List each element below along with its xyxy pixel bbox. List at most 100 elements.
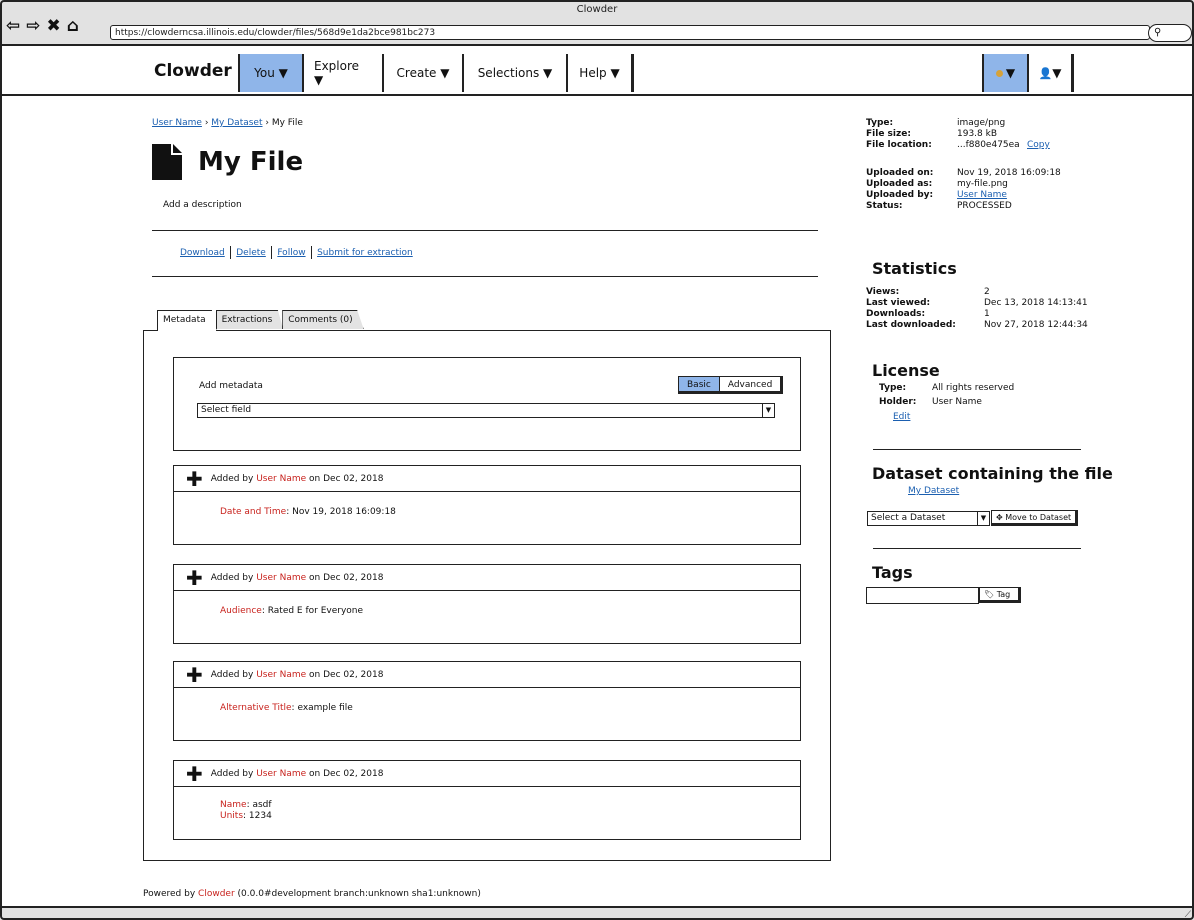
nav-settings[interactable]: ▼ [984,54,1029,92]
metadata-entry-body: Name: asdf Units: 1234 [220,800,272,821]
uploaded-as-value: my-file.png [957,179,1008,189]
home-icon[interactable]: ⌂ [67,16,79,36]
downloads-label: Downloads: [866,309,926,319]
action-separator [229,246,232,259]
browser-nav-buttons: ⇦ ⇨ ✖ ⌂ [6,15,79,37]
download-link[interactable]: Download [180,248,225,258]
advanced-toggle[interactable]: Advanced [720,377,780,391]
add-tag-button[interactable]: 🏷 Tag [979,587,1021,603]
dataset-select[interactable]: Select a Dataset ▼ [867,511,990,526]
nav-explore[interactable]: Explore ▼ [304,54,384,92]
nav-selections[interactable]: Selections ▼ [464,54,568,92]
added-by-user[interactable]: User Name [256,670,306,680]
tab-extractions[interactable]: Extractions [215,310,284,329]
plus-icon[interactable]: ✚ [186,568,203,588]
divider [152,276,818,277]
dataset-select-value: Select a Dataset [871,513,946,523]
nav-settings-caret: ▼ [1005,66,1016,80]
search-icon: ⚲ [1154,27,1162,38]
edit-license-link[interactable]: Edit [893,412,910,423]
downloads-value: 1 [984,309,990,319]
metadata-value: example file [297,703,353,713]
added-on-date: on Dec 02, 2018 [309,572,384,583]
add-description[interactable]: Add a description [163,200,242,210]
resize-grip-icon[interactable]: ⟋ [1185,910,1191,920]
statistics-heading: Statistics [872,259,957,278]
metadata-entry: ✚ Added by User Name on Dec 02, 2018 Dat… [173,465,801,545]
file-title: My File [198,147,304,177]
parent-dataset-link[interactable]: My Dataset [908,486,959,496]
license-type-value: All rights reserved [932,383,1015,393]
plus-icon[interactable]: ✚ [186,469,203,489]
license-heading: License [872,361,940,380]
delete-link[interactable]: Delete [236,248,266,258]
main-nav-menu: You ▼ Explore ▼ Create ▼ Selections ▼ He… [238,54,634,92]
move-to-dataset-button[interactable]: ✥ Move to Dataset [991,510,1079,526]
stop-icon[interactable]: ✖ [47,16,61,36]
submit-extraction-link[interactable]: Submit for extraction [317,248,413,258]
metadata-entry: ✚ Added by User Name on Dec 02, 2018 Aud… [173,564,801,644]
added-by-user[interactable]: User Name [256,573,306,583]
breadcrumb-separator: › [204,118,209,128]
user-nav-menu: ▼ 👤 ▼ [982,54,1074,92]
license-holder-label: Holder: [879,397,917,407]
footer-brand-link[interactable]: Clowder [198,889,235,899]
move-to-dataset-label: Move to Dataset [1005,513,1072,522]
uploaded-by-label: Uploaded by: [866,190,934,200]
brand-logo[interactable]: Clowder [154,61,232,81]
add-tag-label: Tag [996,590,1011,599]
added-by-prefix: Added by [210,572,254,583]
basic-toggle[interactable]: Basic [679,377,720,391]
metadata-entry-body: Audience: Rated E for Everyone [220,606,364,616]
user-icon: 👤 [1038,66,1053,80]
metadata-entry-header: ✚ Added by User Name on Dec 02, 2018 [174,466,800,492]
select-field-value: Select field [201,405,252,415]
uploaded-as-label: Uploaded as: [866,179,933,189]
last-downloaded-label: Last downloaded: [866,320,956,330]
move-icon: ✥ [996,513,1003,522]
footer: Powered by Clowder (0.0.0#development br… [143,889,481,899]
license-holder-value: User Name [932,397,982,407]
metadata-field-select[interactable]: Select field ▼ [197,403,775,418]
breadcrumb-user[interactable]: User Name [152,118,202,128]
added-by-prefix: Added by [210,768,254,779]
browser-statusbar: ⟋ [0,906,1194,920]
plus-icon[interactable]: ✚ [186,764,203,784]
back-arrow-icon[interactable]: ⇦ [6,16,20,36]
nav-create[interactable]: Create ▼ [384,54,464,92]
plus-icon[interactable]: ✚ [186,665,203,685]
copy-location-link[interactable]: Copy [1027,140,1050,151]
added-by-user[interactable]: User Name [256,474,306,484]
added-by-user[interactable]: User Name [256,769,306,779]
uploaded-by-link[interactable]: User Name [957,190,1007,201]
nav-you[interactable]: You ▼ [240,54,304,92]
statistics: Views: 2 Last viewed: Dec 13, 2018 14:13… [866,287,1088,343]
last-viewed-label: Last viewed: [866,298,931,308]
forward-arrow-icon[interactable]: ⇨ [26,16,40,36]
added-on-date: on Dec 02, 2018 [309,768,384,779]
file-location-value: ...f880e475ea [957,140,1020,150]
metadata-key: Name [220,800,247,810]
nav-user[interactable]: 👤 ▼ [1029,54,1074,92]
license-type-label: Type: [879,383,907,393]
metadata-key: Units [220,811,244,821]
added-by-prefix: Added by [210,669,254,680]
metadata-entry-header: ✚ Added by User Name on Dec 02, 2018 [174,565,800,591]
nav-help[interactable]: Help ▼ [568,54,634,92]
metadata-key: Audience [220,606,262,616]
views-label: Views: [866,287,900,297]
file-size-value: 193.8 kB [957,129,998,139]
license-info: Type: All rights reserved Holder: User N… [879,383,1079,423]
url-bar[interactable]: https://clowderncsa.illinois.edu/clowder… [110,25,1150,40]
follow-link[interactable]: Follow [277,248,305,258]
action-separator [310,246,313,259]
tab-metadata[interactable]: Metadata [157,310,217,331]
tag-input[interactable] [866,587,979,604]
file-location-label: File location: [866,140,932,150]
metadata-entry: ✚ Added by User Name on Dec 02, 2018 Nam… [173,760,801,840]
tab-comments[interactable]: Comments (0) [282,310,364,329]
browser-search[interactable]: ⚲ [1148,24,1192,42]
breadcrumb-dataset[interactable]: My Dataset [211,118,262,128]
tags-heading: Tags [872,563,913,582]
page-title: My File [152,142,303,182]
